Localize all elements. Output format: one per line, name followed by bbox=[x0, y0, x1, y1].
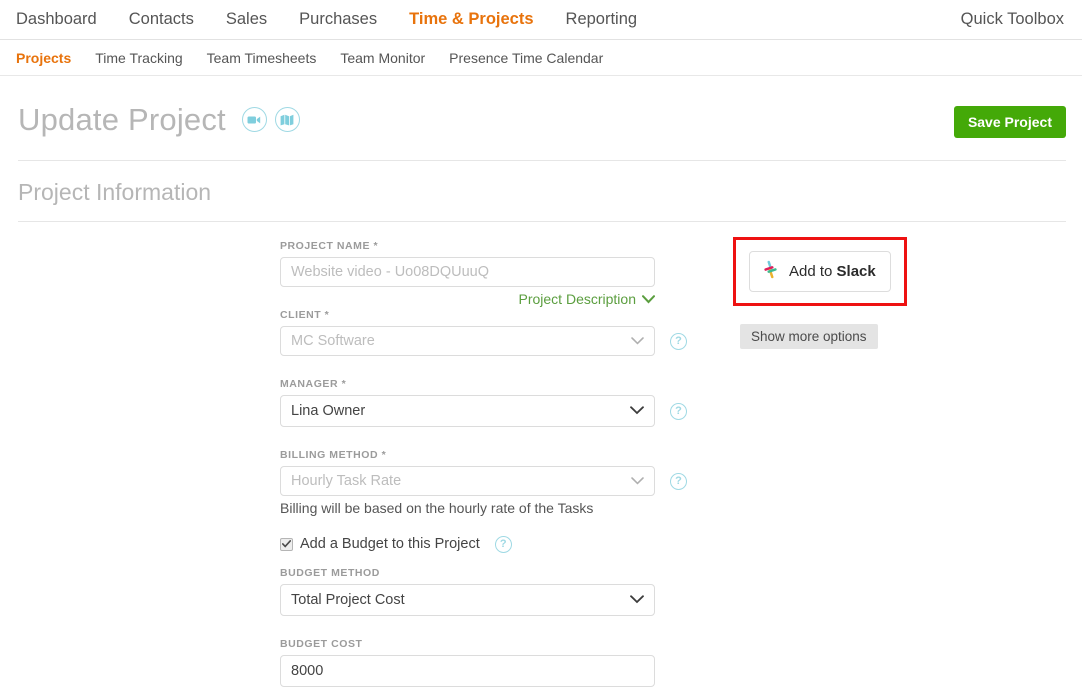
slack-logo-icon bbox=[761, 260, 780, 283]
chevron-down-icon bbox=[631, 473, 644, 489]
label-manager: MANAGER * bbox=[280, 378, 1082, 390]
page-header: Update Project Save Project bbox=[0, 76, 1082, 138]
nav-item-purchases[interactable]: Purchases bbox=[299, 10, 377, 29]
add-to-slack-label: Add to Slack bbox=[789, 263, 876, 280]
page-title: Update Project bbox=[18, 104, 226, 135]
nav-item-reporting[interactable]: Reporting bbox=[566, 10, 638, 29]
subnav-item-projects[interactable]: Projects bbox=[16, 50, 71, 66]
project-name-input[interactable]: Website video - Uo08DQUuuQ bbox=[280, 257, 655, 287]
budget-method-select[interactable]: Total Project Cost bbox=[280, 584, 655, 616]
chevron-down-icon bbox=[630, 403, 644, 419]
quick-toolbox-link[interactable]: Quick Toolbox bbox=[961, 10, 1068, 29]
field-budget-method: BUDGET METHOD Total Project Cost bbox=[280, 567, 1082, 616]
section-title-project-information: Project Information bbox=[0, 161, 1082, 207]
subnav-item-presence-time-calendar[interactable]: Presence Time Calendar bbox=[449, 50, 603, 66]
save-project-button[interactable]: Save Project bbox=[954, 106, 1066, 138]
chevron-down-icon bbox=[631, 333, 644, 349]
chevron-down-icon bbox=[630, 592, 644, 608]
field-manager: MANAGER * Lina Owner ? bbox=[280, 378, 1082, 427]
client-select-value: MC Software bbox=[291, 333, 375, 349]
map-icon[interactable] bbox=[275, 107, 300, 132]
subnav-item-time-tracking[interactable]: Time Tracking bbox=[95, 50, 182, 66]
add-to-slack-button[interactable]: Add to Slack bbox=[749, 251, 891, 292]
budget-method-select-value: Total Project Cost bbox=[291, 592, 405, 608]
chevron-down-icon bbox=[642, 291, 655, 307]
add-budget-help-icon[interactable]: ? bbox=[495, 536, 512, 553]
page-title-wrap: Update Project bbox=[18, 104, 308, 135]
nav-item-sales[interactable]: Sales bbox=[226, 10, 267, 29]
top-nav-items: Dashboard Contacts Sales Purchases Time … bbox=[16, 10, 637, 29]
label-budget-cost: BUDGET COST bbox=[280, 638, 1082, 650]
nav-item-contacts[interactable]: Contacts bbox=[129, 10, 194, 29]
client-select[interactable]: MC Software bbox=[280, 326, 655, 356]
manager-select-value: Lina Owner bbox=[291, 403, 365, 419]
page-header-icons bbox=[242, 107, 308, 132]
right-panel: Add to Slack Show more options bbox=[733, 237, 983, 349]
billing-method-help-icon[interactable]: ? bbox=[670, 473, 687, 490]
billing-method-select[interactable]: Hourly Task Rate bbox=[280, 466, 655, 496]
client-help-icon[interactable]: ? bbox=[670, 333, 687, 350]
top-navigation-bar: Dashboard Contacts Sales Purchases Time … bbox=[0, 0, 1082, 40]
slack-button-highlight: Add to Slack bbox=[733, 237, 907, 306]
add-budget-checkbox-label: Add a Budget to this Project bbox=[300, 536, 480, 552]
label-billing-method: BILLING METHOD * bbox=[280, 449, 1082, 461]
nav-item-dashboard[interactable]: Dashboard bbox=[16, 10, 97, 29]
add-to-slack-label-prefix: Add to bbox=[789, 263, 837, 280]
manager-help-icon[interactable]: ? bbox=[670, 403, 687, 420]
subnav-item-team-monitor[interactable]: Team Monitor bbox=[340, 50, 425, 66]
add-budget-checkbox[interactable] bbox=[280, 538, 293, 551]
billing-method-select-value: Hourly Task Rate bbox=[291, 473, 401, 489]
add-to-slack-label-brand: Slack bbox=[837, 263, 876, 280]
video-camera-icon[interactable] bbox=[242, 107, 267, 132]
sub-navigation-bar: Projects Time Tracking Team Timesheets T… bbox=[0, 40, 1082, 76]
field-billing-method: BILLING METHOD * Hourly Task Rate ? Bill… bbox=[280, 449, 1082, 516]
field-add-budget-checkbox: Add a Budget to this Project ? bbox=[280, 536, 1082, 553]
manager-select[interactable]: Lina Owner bbox=[280, 395, 655, 427]
subnav-item-team-timesheets[interactable]: Team Timesheets bbox=[207, 50, 317, 66]
field-budget-cost: BUDGET COST 8000 bbox=[280, 638, 1082, 687]
budget-cost-input[interactable]: 8000 bbox=[280, 655, 655, 687]
show-more-options-button[interactable]: Show more options bbox=[740, 324, 878, 349]
project-description-label: Project Description bbox=[519, 291, 637, 307]
nav-item-time-and-projects[interactable]: Time & Projects bbox=[409, 10, 533, 29]
billing-method-helper-text: Billing will be based on the hourly rate… bbox=[280, 500, 1082, 516]
project-description-toggle[interactable]: Project Description bbox=[280, 291, 655, 307]
label-budget-method: BUDGET METHOD bbox=[280, 567, 1082, 579]
